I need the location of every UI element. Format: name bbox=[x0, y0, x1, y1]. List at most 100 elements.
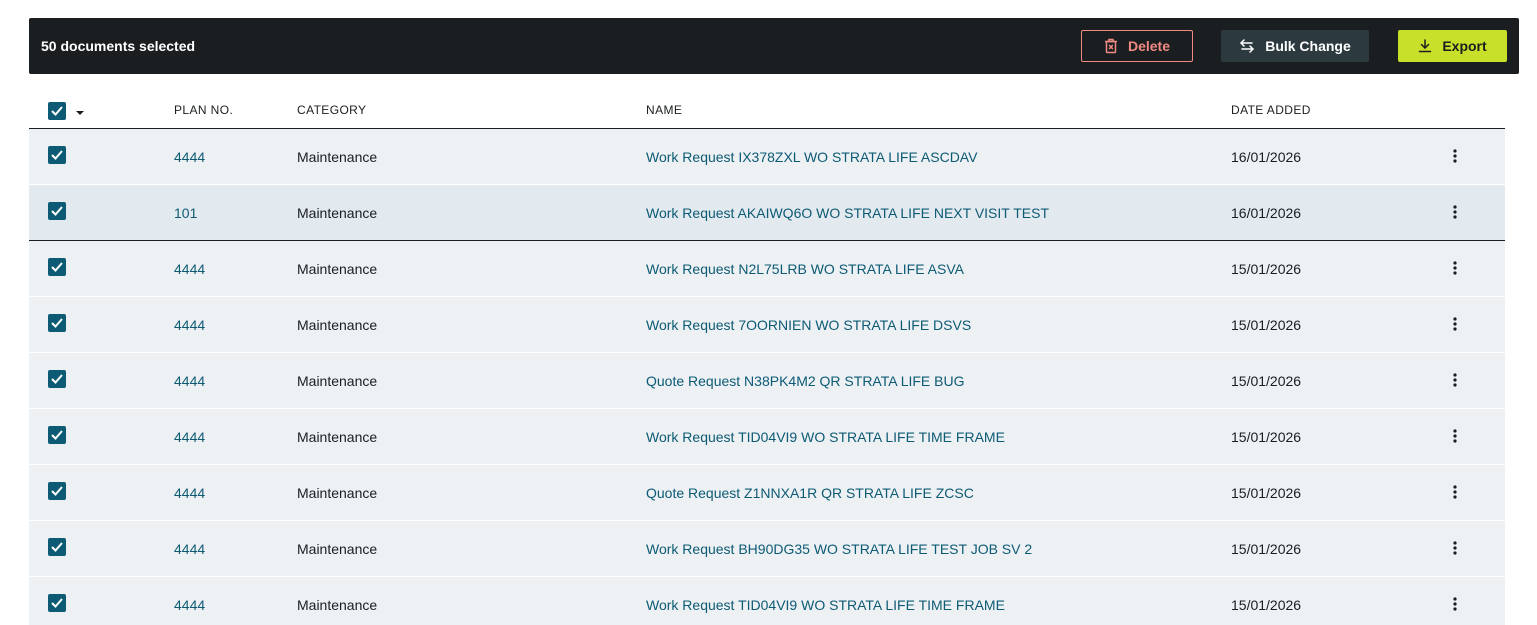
row-menu-button[interactable] bbox=[1447, 482, 1463, 502]
row-checkbox[interactable] bbox=[48, 314, 66, 332]
row-menu-button[interactable] bbox=[1447, 594, 1463, 614]
date-added-cell: 15/01/2026 bbox=[1231, 429, 1302, 445]
plan-number-link[interactable]: 4444 bbox=[174, 241, 205, 296]
category-cell: Maintenance bbox=[297, 149, 378, 165]
category-cell: Maintenance bbox=[297, 429, 378, 445]
date-added-cell: 15/01/2026 bbox=[1231, 373, 1302, 389]
checkmark-icon bbox=[51, 106, 63, 116]
bulk-change-button-label: Bulk Change bbox=[1265, 38, 1351, 54]
category-cell: Maintenance bbox=[297, 485, 378, 501]
date-added-cell: 16/01/2026 bbox=[1231, 149, 1302, 165]
category-cell: Maintenance bbox=[297, 373, 378, 389]
kebab-menu-icon bbox=[1453, 429, 1457, 443]
document-name-link[interactable]: Work Request IX378ZXL WO STRATA LIFE ASC… bbox=[646, 129, 977, 184]
row-menu-button[interactable] bbox=[1447, 202, 1463, 222]
plan-number-link[interactable]: 4444 bbox=[174, 297, 205, 352]
plan-number-link[interactable]: 4444 bbox=[174, 465, 205, 520]
document-name-link[interactable]: Quote Request Z1NNXA1R QR STRATA LIFE ZC… bbox=[646, 465, 974, 520]
category-cell: Maintenance bbox=[297, 317, 378, 333]
select-all-menu-button[interactable] bbox=[74, 105, 86, 115]
row-checkbox[interactable] bbox=[48, 370, 66, 388]
row-checkbox[interactable] bbox=[48, 538, 66, 556]
document-name-link[interactable]: Work Request AKAIWQ6O WO STRATA LIFE NEX… bbox=[646, 185, 1049, 240]
column-header-name[interactable]: NAME bbox=[646, 92, 682, 128]
row-menu-button[interactable] bbox=[1447, 146, 1463, 166]
document-name-link[interactable]: Work Request 7OORNIEN WO STRATA LIFE DSV… bbox=[646, 297, 971, 352]
delete-button-label: Delete bbox=[1127, 38, 1171, 54]
plan-number-link[interactable]: 4444 bbox=[174, 521, 205, 576]
row-checkbox[interactable] bbox=[48, 426, 66, 444]
row-menu-button[interactable] bbox=[1447, 538, 1463, 558]
category-cell: Maintenance bbox=[297, 597, 378, 613]
date-added-cell: 15/01/2026 bbox=[1231, 597, 1302, 613]
plan-number-link[interactable]: 101 bbox=[174, 185, 197, 240]
table-row[interactable]: 4444 Maintenance Work Request TID04VI9 WO … bbox=[29, 409, 1505, 465]
table-header: PLAN NO. CATEGORY NAME DATE ADDED bbox=[29, 92, 1505, 129]
table-row[interactable]: 4444 Maintenance Quote Request N38PK4M2 QR… bbox=[29, 353, 1505, 409]
table-row[interactable]: 101 Maintenance Work Request AKAIWQ6O WO S… bbox=[29, 185, 1505, 241]
checkmark-icon bbox=[51, 318, 63, 328]
row-menu-button[interactable] bbox=[1447, 370, 1463, 390]
date-added-cell: 15/01/2026 bbox=[1231, 261, 1302, 277]
document-name-link[interactable]: Work Request N2L75LRB WO STRATA LIFE ASV… bbox=[646, 241, 964, 296]
date-added-cell: 15/01/2026 bbox=[1231, 541, 1302, 557]
category-cell: Maintenance bbox=[297, 205, 378, 221]
kebab-menu-icon bbox=[1453, 261, 1457, 275]
selection-toolbar: 50 documents selected Delete Bulk Change bbox=[29, 18, 1519, 74]
document-name-link[interactable]: Quote Request N38PK4M2 QR STRATA LIFE BU… bbox=[646, 353, 965, 408]
swap-arrows-icon bbox=[1239, 38, 1255, 54]
checkmark-icon bbox=[51, 598, 63, 608]
table-row[interactable]: 4444 Maintenance Quote Request Z1NNXA1R QR… bbox=[29, 465, 1505, 521]
category-cell: Maintenance bbox=[297, 541, 378, 557]
row-checkbox[interactable] bbox=[48, 594, 66, 612]
kebab-menu-icon bbox=[1453, 597, 1457, 611]
kebab-menu-icon bbox=[1453, 541, 1457, 555]
checkmark-icon bbox=[51, 262, 63, 272]
checkmark-icon bbox=[51, 430, 63, 440]
kebab-menu-icon bbox=[1453, 485, 1457, 499]
export-button-label: Export bbox=[1442, 38, 1487, 54]
checkmark-icon bbox=[51, 374, 63, 384]
row-menu-button[interactable] bbox=[1447, 314, 1463, 334]
kebab-menu-icon bbox=[1453, 317, 1457, 331]
checkmark-icon bbox=[51, 150, 63, 160]
table-row[interactable]: 4444 Maintenance Work Request BH90DG35 WO … bbox=[29, 521, 1505, 577]
plan-number-link[interactable]: 4444 bbox=[174, 577, 205, 625]
row-checkbox[interactable] bbox=[48, 202, 66, 220]
document-name-link[interactable]: Work Request TID04VI9 WO STRATA LIFE TIM… bbox=[646, 409, 1005, 464]
trash-x-icon bbox=[1104, 38, 1118, 54]
column-header-category[interactable]: CATEGORY bbox=[297, 92, 366, 128]
table-row[interactable]: 4444 Maintenance Work Request IX378ZXL WO … bbox=[29, 129, 1505, 185]
table-row[interactable]: 4444 Maintenance Work Request N2L75LRB WO … bbox=[29, 241, 1505, 297]
row-menu-button[interactable] bbox=[1447, 258, 1463, 278]
plan-number-link[interactable]: 4444 bbox=[174, 409, 205, 464]
row-menu-button[interactable] bbox=[1447, 426, 1463, 446]
caret-down-icon bbox=[76, 111, 84, 115]
row-checkbox[interactable] bbox=[48, 146, 66, 164]
date-added-cell: 16/01/2026 bbox=[1231, 205, 1302, 221]
date-added-cell: 15/01/2026 bbox=[1231, 317, 1302, 333]
table-row[interactable]: 4444 Maintenance Work Request TID04VI9 WO … bbox=[29, 577, 1505, 625]
plan-number-link[interactable]: 4444 bbox=[174, 353, 205, 408]
documents-table-body: 4444 Maintenance Work Request IX378ZXL WO … bbox=[29, 129, 1505, 625]
column-header-plan[interactable]: PLAN NO. bbox=[174, 92, 233, 128]
kebab-menu-icon bbox=[1453, 149, 1457, 163]
document-name-link[interactable]: Work Request BH90DG35 WO STRATA LIFE TES… bbox=[646, 521, 1032, 576]
delete-button[interactable]: Delete bbox=[1081, 30, 1193, 62]
export-button[interactable]: Export bbox=[1398, 30, 1507, 62]
document-name-link[interactable]: Work Request TID04VI9 WO STRATA LIFE TIM… bbox=[646, 577, 1005, 625]
checkmark-icon bbox=[51, 206, 63, 216]
column-header-date[interactable]: DATE ADDED bbox=[1231, 92, 1311, 128]
bulk-change-button[interactable]: Bulk Change bbox=[1221, 30, 1369, 62]
checkmark-icon bbox=[51, 486, 63, 496]
row-checkbox[interactable] bbox=[48, 482, 66, 500]
category-cell: Maintenance bbox=[297, 261, 378, 277]
table-row[interactable]: 4444 Maintenance Work Request 7OORNIEN WO … bbox=[29, 297, 1505, 353]
kebab-menu-icon bbox=[1453, 373, 1457, 387]
row-checkbox[interactable] bbox=[48, 258, 66, 276]
kebab-menu-icon bbox=[1453, 205, 1457, 219]
select-all-checkbox[interactable] bbox=[48, 102, 66, 120]
download-icon bbox=[1418, 39, 1432, 53]
plan-number-link[interactable]: 4444 bbox=[174, 129, 205, 184]
checkmark-icon bbox=[51, 542, 63, 552]
